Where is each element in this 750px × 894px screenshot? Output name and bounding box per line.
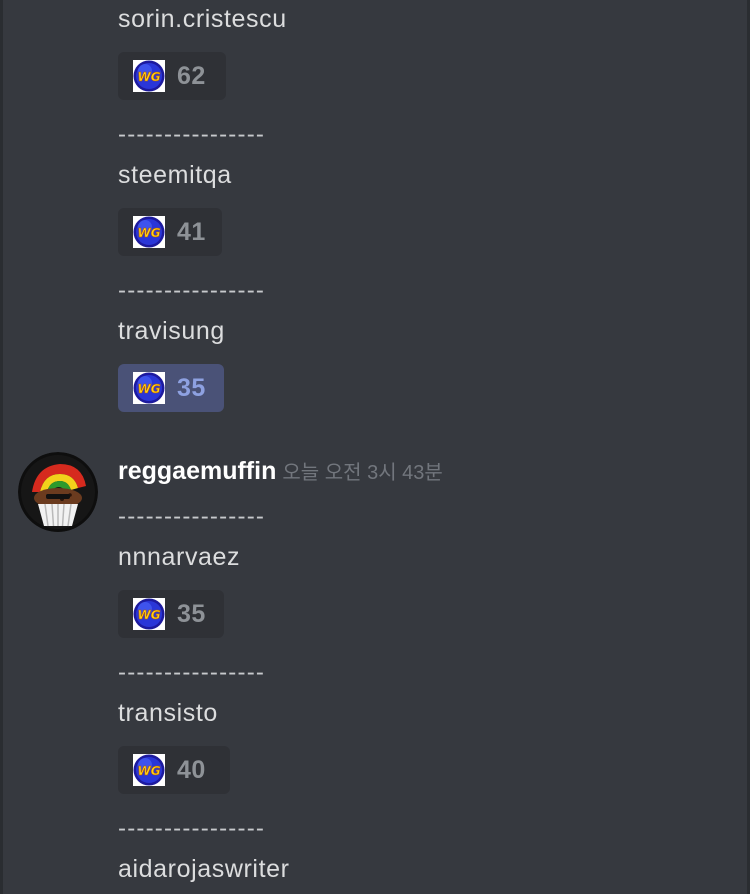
wg-emoji-icon [133,60,165,92]
avatar[interactable] [18,452,98,532]
username[interactable]: reggaemuffin [118,457,276,485]
divider-line: ---------------- [118,659,266,686]
message-line: transisto [118,699,218,727]
timestamp: 오늘 오전 3시 43분 [282,462,443,484]
message-line: nnnarvaez [118,543,241,571]
reaction-count: 41 [177,217,206,246]
reaction-count: 62 [177,61,206,90]
reaction-count: 35 [177,599,206,628]
message-line: sorin.cristescu [118,5,287,33]
wg-emoji-icon [133,216,165,248]
reaction-button[interactable]: 62 [118,52,226,100]
reaction-button-active[interactable]: 35 [118,364,224,412]
reaction-button[interactable]: 35 [118,590,224,638]
wg-emoji-icon [133,372,165,404]
muffin-rasta-avatar [18,452,98,532]
message-line: steemitqa [118,161,232,189]
reaction-count: 40 [177,755,206,784]
wg-emoji-icon [133,754,165,786]
wg-emoji-icon [133,598,165,630]
reaction-button[interactable]: 41 [118,208,222,256]
message-line: aidarojaswriter [118,855,290,883]
reaction-count: 35 [177,373,206,402]
message-header: reggaemuffin 오늘 오전 3시 43분 [118,456,443,486]
divider-line: ---------------- [118,277,266,304]
divider-line: ---------------- [118,503,266,530]
message-line: travisung [118,317,225,345]
left-panel-edge [0,0,3,894]
divider-line: ---------------- [118,815,266,842]
divider-line: ---------------- [118,121,266,148]
reaction-button[interactable]: 40 [118,746,230,794]
